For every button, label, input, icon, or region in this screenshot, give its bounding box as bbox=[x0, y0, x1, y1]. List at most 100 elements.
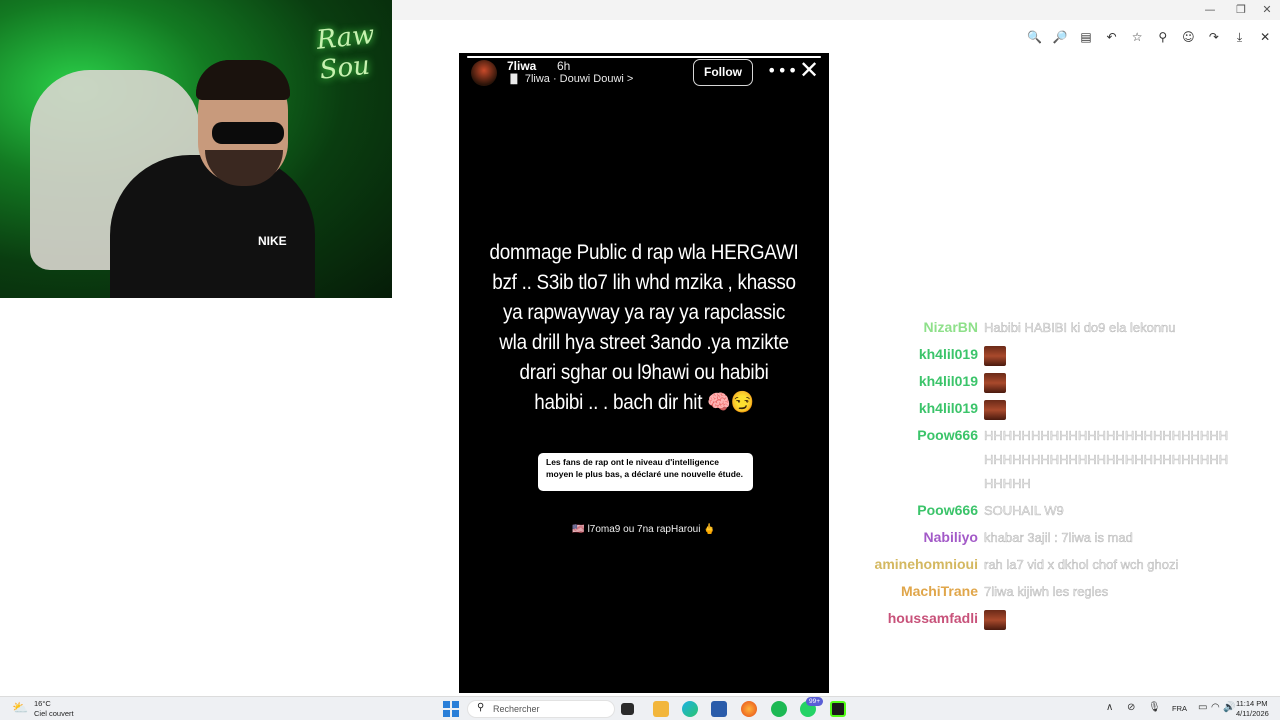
story-line: wla drill hya street 3ando .ya mzikte bbox=[499, 331, 789, 354]
star-icon[interactable]: ☆ bbox=[1124, 27, 1150, 47]
chat-username[interactable]: Nabiliyo bbox=[870, 526, 984, 548]
weather-temperature[interactable]: 16°C bbox=[34, 699, 51, 708]
task-view-icon[interactable] bbox=[621, 703, 634, 715]
wifi-icon[interactable]: ◠ bbox=[1211, 702, 1220, 713]
chat-text: Habibi HABIBI ki do9 ela lekonnu bbox=[984, 320, 1176, 335]
language-indicator[interactable]: FRA bbox=[1172, 704, 1187, 713]
chat-text: rah la7 vid x dkhol chof wch ghozi bbox=[984, 557, 1179, 572]
streamer-body bbox=[110, 155, 315, 298]
network-off-icon[interactable]: ⊘ bbox=[1127, 702, 1135, 713]
chevron-up-icon[interactable]: ∧ bbox=[1106, 702, 1113, 713]
chat-message: MachiTrane 7liwa kijiwh les regles bbox=[870, 580, 1250, 604]
story-time: 6h bbox=[557, 59, 571, 73]
chat-panel: NizarBN Habibi HABIBI ki do9 ela lekonnu k… bbox=[870, 316, 1250, 634]
text-icon[interactable]: ▤ bbox=[1073, 27, 1099, 47]
file-explorer-icon[interactable] bbox=[653, 701, 669, 717]
taskbar: ⛅ 16°C Ciel couvert ⚲ Rechercher 99+ ∧ ⊘… bbox=[0, 696, 1280, 720]
taskbar-search[interactable]: ⚲ Rechercher bbox=[467, 700, 615, 718]
avatar[interactable] bbox=[471, 60, 497, 86]
story-username[interactable]: 7liwa bbox=[507, 59, 536, 73]
mic-icon[interactable]: 🎙 bbox=[1148, 702, 1161, 713]
more-options-icon[interactable]: ••• bbox=[767, 61, 798, 80]
story-line: dommage Public d rap wla HERGAWI bbox=[489, 241, 799, 264]
chat-username[interactable]: NizarBN bbox=[870, 316, 984, 338]
chat-message: kh4lil019 bbox=[870, 370, 1250, 394]
emote-icon bbox=[984, 346, 1006, 367]
music-icon: ▐▌ bbox=[507, 75, 521, 85]
chat-message: kh4lil019 bbox=[870, 397, 1250, 421]
chat-username[interactable]: houssamfadli bbox=[870, 607, 984, 629]
chat-username[interactable]: MachiTrane bbox=[870, 580, 984, 602]
window-close-button[interactable]: ✕ bbox=[1252, 2, 1280, 18]
story-close-icon[interactable]: ✕ bbox=[799, 58, 819, 82]
chat-text bbox=[984, 370, 1234, 394]
music-label: 7liwa · Douwi Douwi > bbox=[524, 73, 634, 85]
neon-sign: Raw Sou bbox=[315, 19, 376, 86]
pin-icon[interactable]: ⚲ bbox=[1150, 27, 1176, 47]
story-line: drari sghar ou l9hawi ou habibi bbox=[519, 361, 769, 384]
chat-text: khabar 3ajil : 7liwa is mad bbox=[984, 530, 1133, 545]
follow-button[interactable]: Follow bbox=[693, 59, 753, 86]
chat-message: kh4lil019 bbox=[870, 343, 1250, 367]
viewer-toolbar: 🔍 🔎 ▤ ↶ ☆ ⚲ ☺ ↷ ⤓ ✕ bbox=[1022, 27, 1278, 47]
search-icon: ⚲ bbox=[477, 702, 485, 713]
minimize-button[interactable]: — bbox=[1195, 2, 1225, 18]
firefox-icon[interactable] bbox=[741, 701, 757, 717]
chat-message: aminehomnioui rah la7 vid x dkhol chof wc… bbox=[870, 553, 1250, 577]
webcam-feed: Raw Sou NIKE bbox=[0, 0, 392, 298]
zoom-out-icon[interactable]: 🔍 bbox=[1022, 27, 1048, 47]
edge-icon[interactable] bbox=[682, 701, 698, 717]
chat-username[interactable]: kh4lil019 bbox=[870, 343, 984, 365]
chat-text: SOUHAIL W9 bbox=[984, 503, 1064, 518]
close-icon[interactable]: ✕ bbox=[1252, 27, 1278, 47]
story-line: habibi .. . bach dir hit 🧠😏 bbox=[534, 391, 754, 414]
story-line: ya rapwayway ya ray ya rapclassic bbox=[502, 301, 786, 324]
chat-text bbox=[984, 397, 1234, 421]
chat-text: HHHHHHHHHHHHHHHHHHHHHHHHHHHHHHHHHHHHHHHH… bbox=[984, 428, 1229, 491]
chat-message: Nabiliyo khabar 3ajil : 7liwa is mad bbox=[870, 526, 1250, 550]
shirt-logo: NIKE bbox=[258, 234, 287, 248]
undo-icon[interactable]: ↶ bbox=[1099, 27, 1125, 47]
chat-message: Poow666 SOUHAIL W9 bbox=[870, 499, 1250, 523]
search-placeholder: Rechercher bbox=[493, 704, 540, 714]
sunglasses bbox=[212, 122, 284, 144]
weather-icon[interactable]: ⛅ bbox=[12, 701, 28, 716]
zoom-in-icon[interactable]: 🔎 bbox=[1048, 27, 1074, 47]
chat-message: NizarBN Habibi HABIBI ki do9 ela lekonnu bbox=[870, 316, 1250, 340]
story-line: bzf .. S3ib tlo7 lih whd mzika , khasso bbox=[492, 271, 796, 294]
chat-message: Poow666 HHHHHHHHHHHHHHHHHHHHHHHHHHHHHHHHH… bbox=[870, 424, 1250, 496]
chat-username[interactable]: Poow666 bbox=[870, 424, 984, 446]
spotify-icon[interactable] bbox=[771, 701, 787, 717]
story-music[interactable]: ▐▌ 7liwa · Douwi Douwi > bbox=[507, 73, 633, 85]
clock-time[interactable]: 11:14 PM bbox=[1236, 699, 1268, 708]
chat-username[interactable]: Poow666 bbox=[870, 499, 984, 521]
emoji-icon[interactable]: ☺ bbox=[1176, 27, 1202, 47]
kick-icon[interactable] bbox=[830, 701, 846, 717]
emote-icon bbox=[984, 610, 1006, 631]
window-titlebar: — ❐ ✕ bbox=[392, 0, 1280, 20]
chat-text: 7liwa kijiwh les regles bbox=[984, 584, 1109, 599]
notification-badge: 99+ bbox=[806, 697, 824, 706]
story-progress-fill bbox=[467, 56, 821, 58]
clock-date[interactable]: 4/11/2026 bbox=[1236, 709, 1269, 718]
chat-username[interactable]: kh4lil019 bbox=[870, 370, 984, 392]
emote-icon bbox=[984, 400, 1006, 421]
download-icon[interactable]: ⤓ bbox=[1227, 27, 1253, 47]
story-progress-bar bbox=[467, 56, 821, 58]
weather-description[interactable]: Ciel couvert bbox=[34, 709, 74, 718]
store-icon[interactable] bbox=[711, 701, 727, 717]
chat-username[interactable]: kh4lil019 bbox=[870, 397, 984, 419]
display-icon[interactable]: ▭ bbox=[1198, 702, 1207, 713]
story-text: dommage Public d rap wla HERGAWI bzf .. … bbox=[478, 238, 811, 418]
chat-text bbox=[984, 343, 1234, 367]
chat-username[interactable]: aminehomnioui bbox=[870, 553, 984, 575]
volume-icon[interactable]: 🔊 bbox=[1223, 702, 1235, 713]
share-icon[interactable]: ↷ bbox=[1201, 27, 1227, 47]
emote-icon bbox=[984, 373, 1006, 394]
instagram-story: 7liwa 6h ▐▌ 7liwa · Douwi Douwi > Follow … bbox=[459, 53, 829, 693]
streamer-hair-top bbox=[196, 60, 290, 100]
quote-sticker: Les fans de rap ont le niveau d'intellig… bbox=[538, 453, 753, 491]
start-button[interactable] bbox=[443, 701, 459, 717]
story-caption: 🇺🇸 l7oma9 ou 7na rapHaroui 🖕 bbox=[572, 524, 716, 535]
chat-text bbox=[984, 607, 1234, 631]
